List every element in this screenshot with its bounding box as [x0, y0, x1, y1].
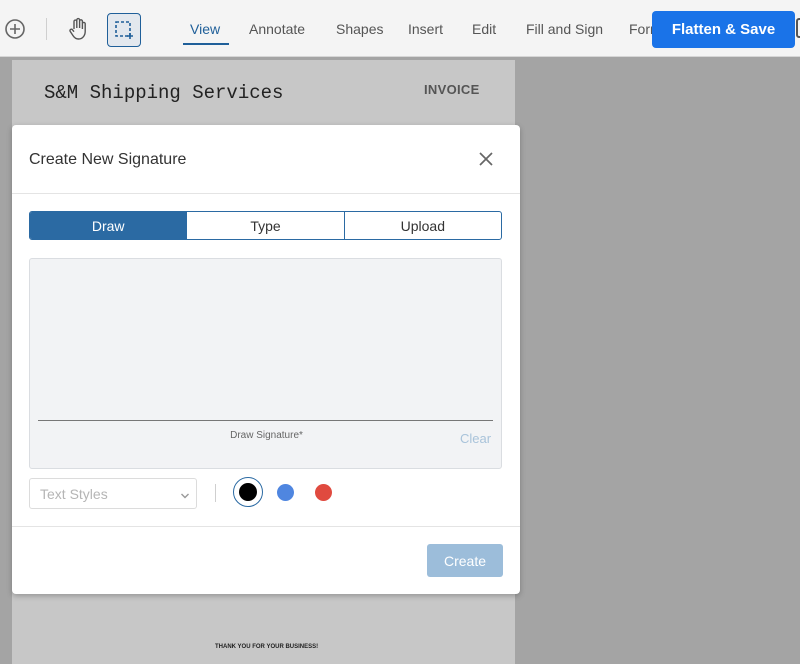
text-styles-placeholder: Text Styles: [40, 486, 108, 502]
menu-view[interactable]: View: [190, 21, 220, 37]
top-toolbar: View Annotate Shapes Insert Edit Fill an…: [0, 0, 800, 57]
signature-baseline: [38, 420, 493, 421]
color-swatch-red[interactable]: [315, 484, 332, 501]
flatten-save-button[interactable]: Flatten & Save: [652, 11, 795, 48]
menu-insert[interactable]: Insert: [408, 21, 443, 37]
tab-type[interactable]: Type: [186, 212, 343, 239]
chevron-down-icon: [180, 488, 190, 506]
color-swatch-black[interactable]: [239, 483, 257, 501]
menu-edit[interactable]: Edit: [472, 21, 496, 37]
tab-upload[interactable]: Upload: [343, 212, 501, 239]
toolbar-divider: [46, 18, 47, 40]
active-menu-indicator: [183, 43, 229, 45]
thank-you-note: THANK YOU FOR YOUR BUSINESS!: [215, 644, 319, 650]
zoom-in-icon[interactable]: [4, 18, 26, 40]
create-button[interactable]: Create: [427, 544, 503, 577]
overflow-icon[interactable]: [796, 18, 800, 38]
menu-shapes[interactable]: Shapes: [336, 21, 383, 37]
close-icon[interactable]: [476, 149, 496, 169]
pan-hand-icon[interactable]: [66, 16, 90, 42]
draw-signature-hint: Draw Signature*: [230, 430, 303, 441]
text-styles-dropdown[interactable]: Text Styles: [29, 478, 197, 509]
color-divider: [215, 484, 216, 502]
signature-mode-tabs: Draw Type Upload: [29, 211, 502, 240]
menu-fill-and-sign[interactable]: Fill and Sign: [526, 21, 603, 37]
invoice-heading: INVOICE: [424, 82, 480, 97]
area-select-icon[interactable]: [107, 13, 141, 47]
footer-divider: [12, 526, 520, 527]
menu-annotate[interactable]: Annotate: [249, 21, 305, 37]
company-name: S&M Shipping Services: [44, 82, 284, 104]
header-divider: [12, 193, 520, 194]
tab-draw[interactable]: Draw: [30, 212, 187, 239]
signature-canvas[interactable]: Draw Signature* Clear: [29, 258, 502, 469]
create-signature-modal: Create New Signature Draw Type Upload Dr…: [12, 125, 520, 594]
clear-button[interactable]: Clear: [460, 431, 491, 446]
modal-title: Create New Signature: [29, 151, 187, 168]
color-swatch-blue[interactable]: [277, 484, 294, 501]
